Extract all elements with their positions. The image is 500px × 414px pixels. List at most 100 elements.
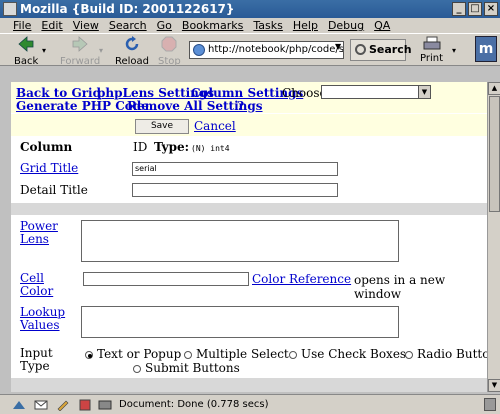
input-option-text-or-popup[interactable]: Text or Popup (85, 347, 181, 361)
printer-icon (423, 36, 440, 50)
status-text: Document: Done (0.778 secs) (119, 399, 269, 410)
title-bar: Mozilla {Build ID: 2001122617} _ □ × (0, 0, 500, 18)
radio-icon (133, 364, 141, 373)
composer-icon[interactable] (56, 399, 70, 411)
radio-icon (405, 350, 413, 359)
vertical-scrollbar[interactable]: ▲ ▼ (487, 82, 500, 392)
security-lock-icon[interactable] (484, 398, 496, 411)
scroll-thumb[interactable] (489, 96, 500, 212)
navigator-icon[interactable] (12, 399, 26, 411)
input-option-radio-buttons[interactable]: Radio Buttons (405, 347, 487, 361)
cancel-link[interactable]: Cancel (194, 119, 236, 133)
navigation-toolbar: Back ▾ Forward ▾ Reload Stop http://note… (0, 33, 500, 67)
detail-title-label: Detail Title (20, 183, 88, 197)
back-to-grid-link[interactable]: Back to Grid (16, 86, 101, 100)
input-option-submit-buttons[interactable]: Submit Buttons (133, 361, 240, 375)
stop-button[interactable]: Stop (158, 36, 181, 67)
detail-title-input[interactable] (132, 183, 338, 197)
window-controls: _ □ × (452, 2, 498, 16)
radio-selected-icon (85, 350, 93, 359)
lookup-values-textarea[interactable] (81, 306, 399, 338)
column-value: ID (133, 140, 148, 154)
reload-button[interactable]: Reload (115, 36, 149, 67)
url-input[interactable]: http://notebook/php/code/samp (189, 41, 344, 59)
menu-debug[interactable]: Debug (328, 18, 364, 33)
grid-title-link[interactable]: Grid Title (20, 162, 78, 175)
input-option-multiple-select[interactable]: Multiple Select (184, 347, 289, 361)
save-bar: Save Cancel (11, 114, 487, 136)
menu-go[interactable]: Go (157, 18, 172, 33)
menu-help[interactable]: Help (293, 18, 318, 33)
mail-icon[interactable] (34, 399, 48, 411)
radio-icon (184, 350, 192, 359)
menu-bookmarks[interactable]: Bookmarks (182, 18, 243, 33)
chevron-down-icon: ▼ (418, 86, 430, 98)
option-label: Use Check Boxes (301, 347, 407, 361)
color-reference-note: opens in a new window (354, 273, 446, 301)
status-bar: Document: Done (0.778 secs) (0, 394, 500, 414)
print-dropdown-icon[interactable]: ▾ (452, 46, 456, 55)
choose-select[interactable]: ▼ (321, 85, 431, 99)
stop-label: Stop (158, 56, 181, 67)
search-button[interactable]: Search (350, 39, 412, 61)
menu-file[interactable]: File (13, 18, 31, 33)
reload-icon (125, 36, 139, 51)
stop-icon (161, 36, 177, 52)
back-label: Back (14, 56, 39, 67)
maximize-button[interactable]: □ (468, 2, 482, 16)
site-icon (193, 44, 205, 56)
choose-label: Choose (282, 86, 327, 100)
minimize-button[interactable]: _ (452, 2, 466, 16)
mozilla-logo[interactable]: m (475, 36, 497, 62)
back-button[interactable]: Back (14, 36, 38, 67)
address-book-icon[interactable] (78, 399, 92, 411)
scroll-up-icon[interactable]: ▲ (488, 82, 500, 95)
color-reference-link[interactable]: Color Reference (252, 273, 351, 286)
type-value: (N) int4 (191, 144, 230, 153)
search-label: Search (369, 43, 412, 56)
forward-arrow-icon (72, 36, 88, 52)
chat-icon[interactable] (98, 399, 112, 411)
search-icon (355, 44, 366, 55)
help-link[interactable]: ? (237, 99, 244, 113)
cell-color-input[interactable] (83, 272, 249, 286)
menu-view[interactable]: View (73, 18, 99, 33)
save-button[interactable]: Save (135, 119, 189, 134)
input-type-label: Input Type (20, 346, 53, 373)
url-text: http://notebook/php/code/samp (208, 44, 344, 55)
url-dropdown-icon[interactable]: ▼ (335, 42, 344, 58)
section-divider (11, 203, 487, 215)
menu-edit[interactable]: Edit (41, 18, 62, 33)
option-label: Radio Buttons (417, 347, 487, 361)
close-button[interactable]: × (484, 2, 498, 16)
radio-icon (289, 350, 297, 359)
print-button[interactable]: Print (420, 36, 443, 64)
menu-search[interactable]: Search (109, 18, 147, 33)
power-lens-textarea[interactable] (81, 220, 399, 262)
forward-button[interactable]: Forward (60, 36, 100, 67)
menu-tasks[interactable]: Tasks (253, 18, 282, 33)
menu-qa[interactable]: QA (374, 18, 390, 33)
settings-nav: Back to Grid phpLens Settings Column Set… (11, 82, 487, 113)
menu-bar: File Edit View Search Go Bookmarks Tasks… (0, 18, 500, 33)
grid-title-input[interactable]: serial (132, 162, 338, 176)
back-dropdown-icon[interactable]: ▾ (42, 46, 46, 55)
lookup-values-link[interactable]: Lookup Values (20, 306, 66, 332)
reload-label: Reload (115, 56, 150, 67)
scroll-down-icon[interactable]: ▼ (488, 379, 500, 392)
option-label: Submit Buttons (145, 361, 240, 375)
window-menu-icon[interactable] (3, 2, 17, 16)
window-title: Mozilla {Build ID: 2001122617} (20, 2, 235, 16)
column-label: Column (20, 140, 73, 154)
power-lens-link[interactable]: Power Lens (20, 220, 60, 246)
type-label: Type: (154, 140, 190, 154)
section-divider-bottom (11, 378, 487, 392)
forward-dropdown-icon[interactable]: ▾ (99, 46, 103, 55)
input-option-check-boxes[interactable]: Use Check Boxes (289, 347, 406, 361)
cell-color-link[interactable]: Cell Color (20, 272, 60, 298)
forward-label: Forward (60, 56, 101, 67)
option-label: Text or Popup (97, 347, 182, 361)
option-label: Multiple Select (196, 347, 289, 361)
page-content: Back to Grid phpLens Settings Column Set… (11, 82, 487, 392)
back-arrow-icon (18, 36, 34, 52)
